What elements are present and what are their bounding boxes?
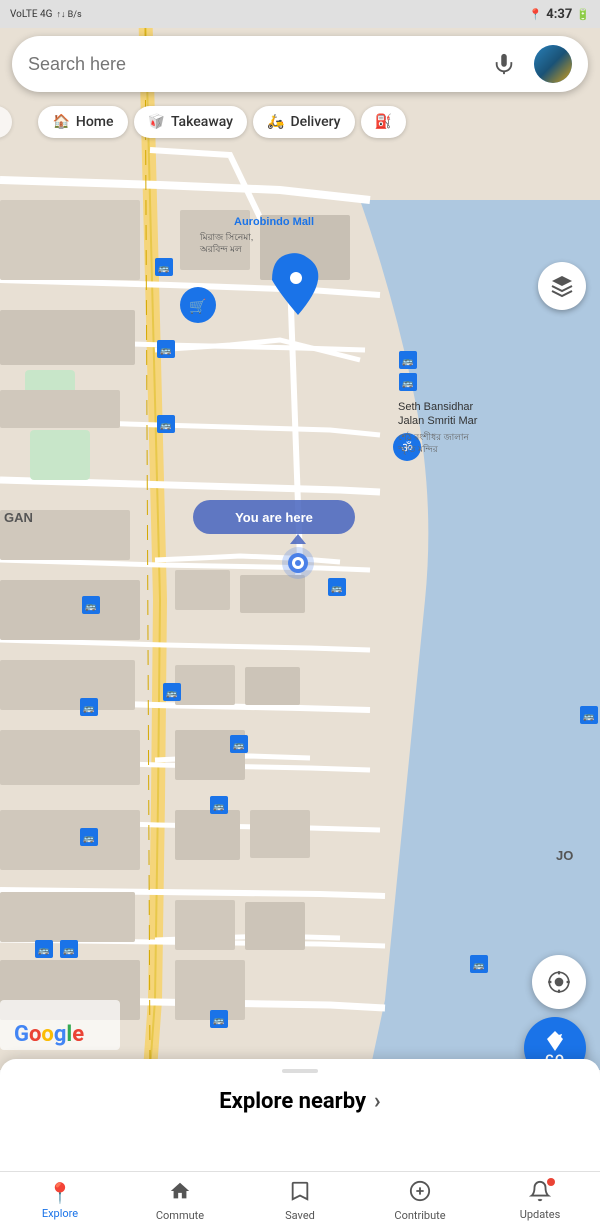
svg-text:🚌: 🚌 (331, 584, 342, 594)
google-logo: G o o g l e (14, 1022, 84, 1047)
contribute-label: Contribute (394, 1209, 445, 1222)
commute-icon (169, 1180, 191, 1207)
svg-text:JO: JO (556, 848, 573, 863)
avatar-image (534, 45, 572, 83)
svg-text:🚌: 🚌 (160, 421, 171, 431)
user-avatar[interactable] (534, 45, 572, 83)
google-o2: o (41, 1022, 53, 1047)
nav-commute[interactable]: Commute (120, 1180, 240, 1222)
gas-icon: ⛽ (375, 114, 392, 130)
svg-text:🚌: 🚌 (166, 689, 177, 699)
battery-icon: 🔋 (576, 8, 590, 21)
google-g: G (14, 1022, 29, 1047)
my-location-button[interactable] (532, 955, 586, 1009)
location-icon-status: 📍 (529, 8, 543, 21)
time-display: 4:37 (546, 7, 572, 22)
svg-text:🚌: 🚌 (158, 264, 169, 274)
commute-label: Commute (156, 1209, 204, 1222)
chip-partial[interactable]: S (0, 106, 12, 138)
svg-text:Seth Bansidhar: Seth Bansidhar (398, 401, 474, 413)
sheet-handle (282, 1069, 318, 1073)
svg-text:শেঠ বংশীধর জালান: শেঠ বংশীধর জালান (398, 431, 470, 442)
nav-explore[interactable]: 📍 Explore (0, 1181, 120, 1220)
svg-text:🚌: 🚌 (160, 346, 171, 356)
svg-text:GAN: GAN (4, 510, 33, 525)
saved-icon (289, 1180, 311, 1207)
home-icon: 🏠 (52, 114, 69, 130)
status-left: VoLTE 4G ↑↓ B/s (10, 9, 82, 20)
layer-toggle-button[interactable] (538, 262, 586, 310)
explore-nearby-title: Explore nearby (219, 1089, 366, 1114)
nav-updates[interactable]: Updates (480, 1180, 600, 1221)
chip-delivery-label: Delivery (290, 114, 340, 130)
nav-saved[interactable]: Saved (240, 1180, 360, 1222)
google-g2: g (54, 1022, 67, 1047)
saved-label: Saved (285, 1209, 315, 1222)
svg-text:🚌: 🚌 (85, 602, 96, 612)
map-container[interactable]: You are here ॐ 🛒 🚌 🚌 🚌 🚌 🚌 🚌 🚌 🚌 🚌 (0, 0, 600, 1070)
svg-text:স্মৃতি মন্দির: স্মৃতি মন্দির (397, 444, 439, 455)
explore-label: Explore (42, 1207, 78, 1220)
chip-gas[interactable]: ⛽ (361, 106, 406, 138)
svg-text:🚌: 🚌 (63, 946, 74, 956)
bottom-sheet: Explore nearby › (0, 1059, 600, 1171)
svg-text:🛒: 🛒 (189, 298, 206, 315)
updates-label: Updates (520, 1208, 561, 1221)
layers-icon (550, 274, 574, 298)
svg-text:🚌: 🚌 (583, 712, 594, 722)
chip-delivery[interactable]: 🛵 Delivery (253, 106, 355, 138)
svg-text:🚌: 🚌 (233, 741, 244, 751)
chevron-right-icon: › (374, 1089, 381, 1114)
chip-home[interactable]: 🏠 Home (38, 106, 127, 138)
chip-home-label: Home (76, 114, 114, 130)
nav-contribute[interactable]: Contribute (360, 1180, 480, 1222)
svg-text:🚌: 🚌 (213, 802, 224, 812)
network-indicator: VoLTE 4G (10, 9, 52, 20)
svg-text:Aurobindo Mall: Aurobindo Mall (234, 216, 314, 228)
chip-takeaway[interactable]: 🥡 Takeaway (134, 106, 248, 138)
location-crosshair-icon (546, 969, 572, 995)
updates-badge-container (529, 1180, 551, 1206)
explore-nearby-button[interactable]: Explore nearby › (219, 1089, 380, 1114)
search-input[interactable] (28, 54, 486, 75)
svg-text:🚌: 🚌 (38, 946, 49, 956)
navigation-arrow-icon (543, 1029, 567, 1053)
chip-takeaway-label: Takeaway (171, 114, 233, 130)
google-o1: o (29, 1022, 41, 1047)
explore-icon: 📍 (48, 1181, 73, 1205)
svg-text:🚌: 🚌 (473, 961, 484, 971)
contribute-icon (409, 1180, 431, 1207)
svg-text:🚌: 🚌 (83, 704, 94, 714)
notification-badge (547, 1178, 555, 1186)
svg-text:Jalan Smriti Mar: Jalan Smriti Mar (398, 415, 478, 427)
status-bar: VoLTE 4G ↑↓ B/s 📍 4:37 🔋 (0, 0, 600, 28)
bottom-navigation: 📍 Explore Commute Saved Contribute (0, 1171, 600, 1229)
svg-text:🚌: 🚌 (213, 1016, 224, 1026)
microphone-button[interactable] (486, 46, 522, 82)
svg-text:🚌: 🚌 (83, 834, 94, 844)
takeaway-icon: 🥡 (148, 114, 165, 130)
svg-text:You are here: You are here (235, 510, 313, 525)
category-bar: S 🏠 Home 🥡 Takeaway 🛵 Delivery ⛽ (0, 100, 600, 144)
svg-text:🚌: 🚌 (402, 379, 413, 389)
svg-text:অরবিন্দ মল: অরবিন্দ মল (199, 244, 242, 254)
google-e: e (72, 1022, 84, 1047)
svg-text:🚌: 🚌 (402, 357, 413, 367)
status-right: 📍 4:37 🔋 (529, 7, 590, 22)
delivery-icon: 🛵 (267, 114, 284, 130)
search-bar[interactable] (12, 36, 588, 92)
data-speed: ↑↓ B/s (56, 9, 81, 20)
svg-text:মিরাজ সিনেমা,: মিরাজ সিনেমা, (199, 232, 253, 242)
